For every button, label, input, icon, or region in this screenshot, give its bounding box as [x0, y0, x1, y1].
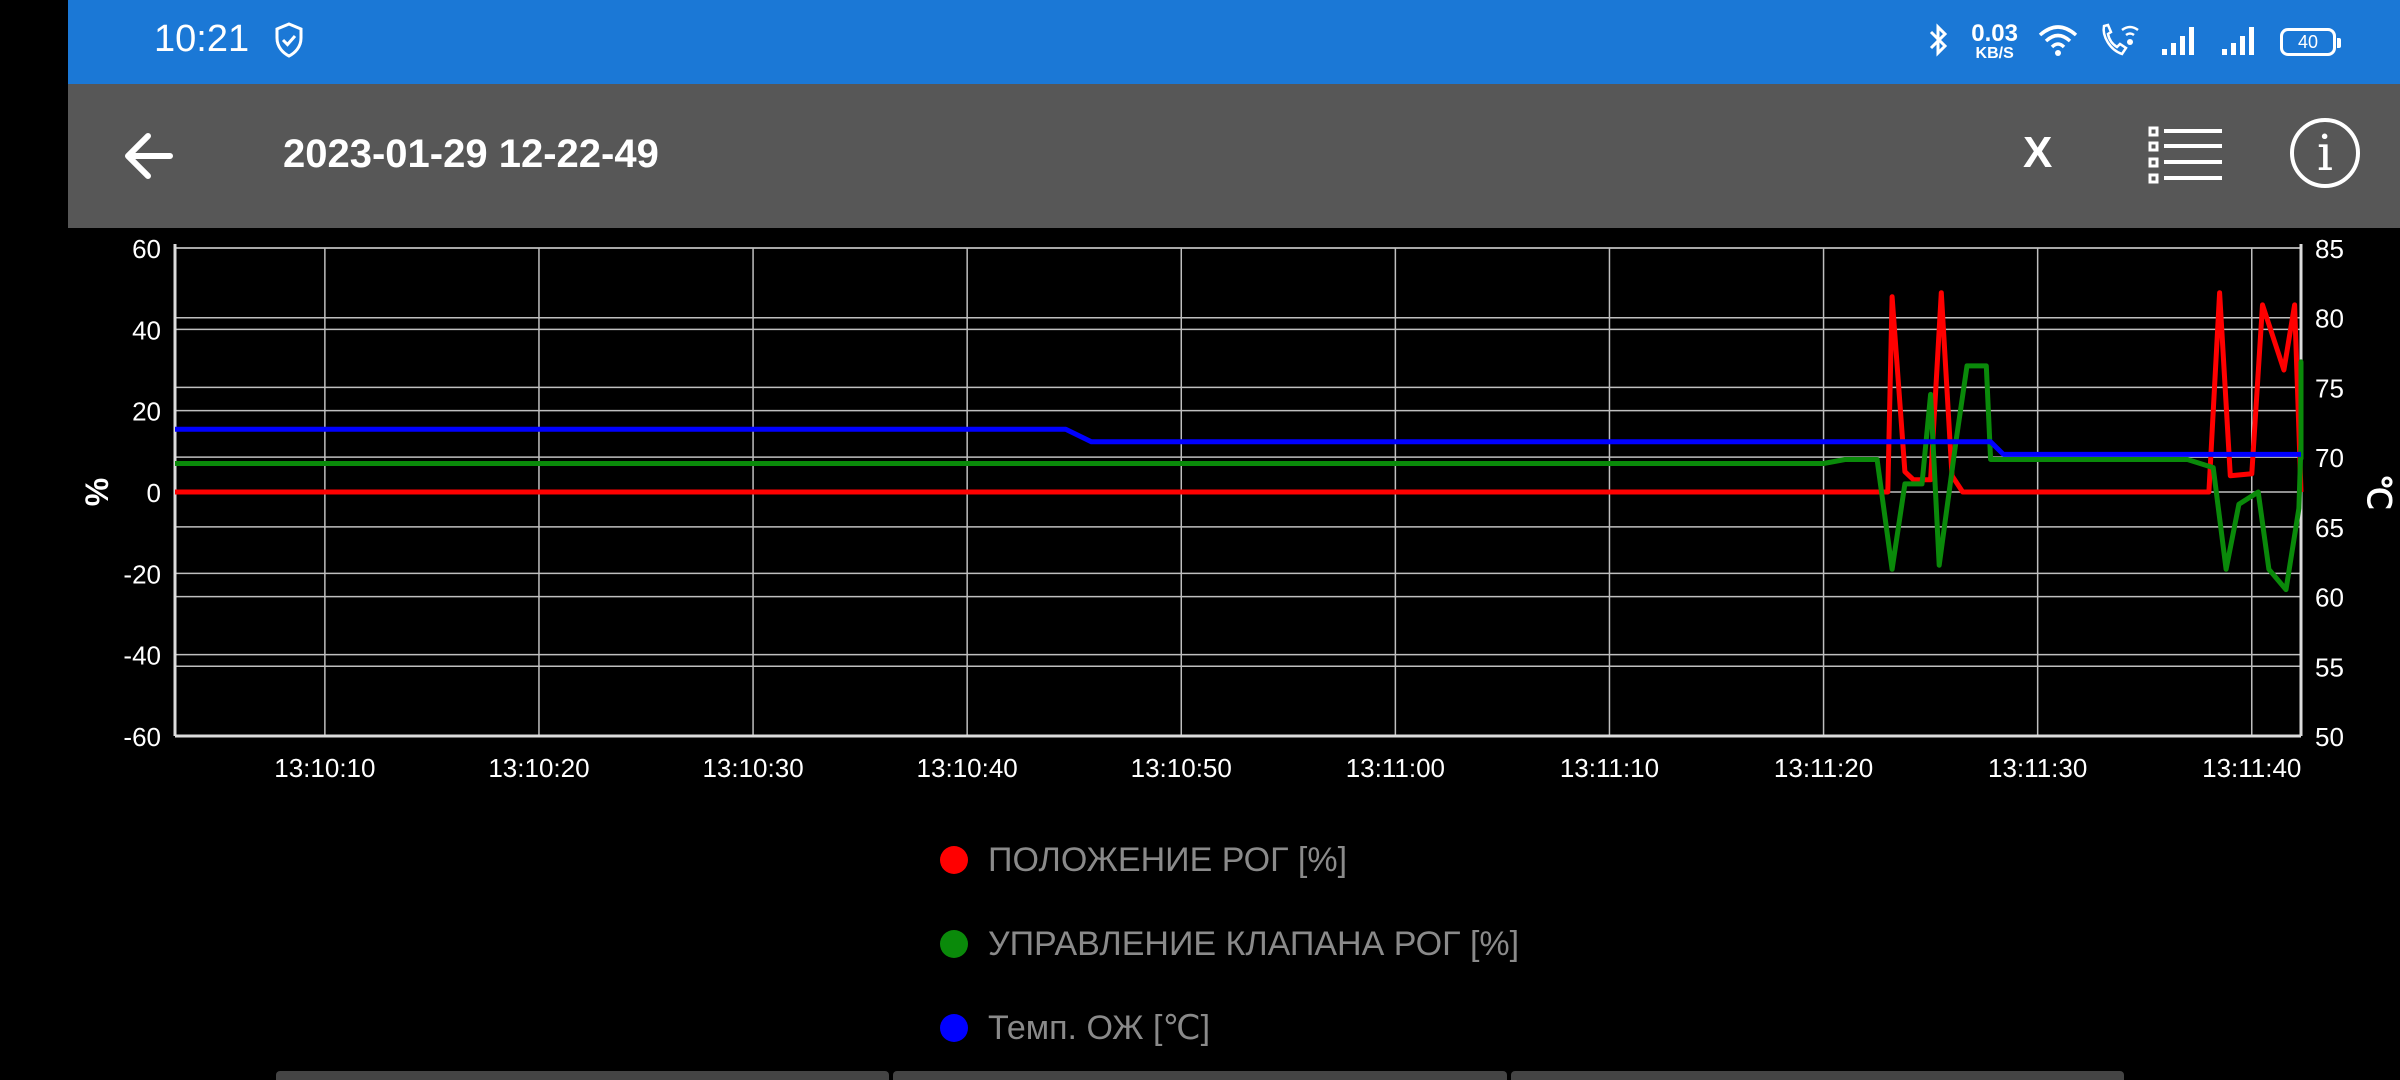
y-tick-label-left: 40: [132, 315, 161, 345]
y-tick-label-left: 60: [132, 234, 161, 264]
x-tick-label: 13:11:10: [1560, 753, 1659, 783]
series-line-3: [175, 426, 2301, 457]
legend-color-dot: [940, 846, 968, 874]
network-speed-value: 0.03: [1971, 20, 2018, 47]
wifi-icon: [2038, 23, 2078, 62]
status-bar: 10:21 0.03 KB/S 40: [68, 0, 2400, 84]
network-speed-unit: KB/S: [1975, 45, 2014, 62]
chart-series: [175, 290, 2304, 593]
y-axis-label-right: ℃: [2361, 474, 2397, 510]
x-tick-label: 13:10:40: [917, 753, 1018, 783]
line-chart[interactable]: 60 40 20 0 -20 -40 -60 85 80 75 70 65 60 55 50 13:10:10…: [68, 228, 2400, 788]
legend-item[interactable]: УПРАВЛЕНИЕ КЛАПАНА РОГ [%]: [940, 902, 1519, 986]
scroll-segment: [1510, 1071, 2124, 1080]
y-tick-label-left: -60: [123, 722, 161, 752]
y-tick-label-right: 75: [2315, 373, 2344, 403]
signal-icon: [2220, 23, 2260, 62]
battery-icon: 40: [2280, 28, 2341, 56]
y-tick-label-left: -20: [123, 559, 161, 589]
y-tick-label-left: -40: [123, 641, 161, 671]
info-button[interactable]: i: [2290, 118, 2360, 188]
x-tick-label: 13:11:40: [2202, 753, 2301, 783]
left-inset: [0, 0, 68, 1080]
y-tick-label-right: 70: [2315, 443, 2344, 473]
scroll-segment: [893, 1071, 1507, 1080]
scroll-segment: [276, 1071, 890, 1080]
signal-icon: [2160, 23, 2200, 62]
list-icon: [2148, 126, 2222, 184]
y-tick-label-right: 55: [2315, 652, 2344, 682]
legend-color-dot: [940, 1014, 968, 1042]
y-tick-label-right: 50: [2315, 722, 2344, 752]
x-tick-label: 13:10:20: [488, 753, 589, 783]
legend-label: ПОЛОЖЕНИЕ РОГ [%]: [988, 840, 1348, 879]
series-line-2: [175, 359, 2304, 593]
legend-color-dot: [940, 930, 968, 958]
x-tick-label: 13:10:30: [702, 753, 803, 783]
y-tick-label-left: 0: [147, 478, 161, 508]
y-axis-label-left: %: [79, 478, 115, 506]
legend-item[interactable]: ПОЛОЖЕНИЕ РОГ [%]: [940, 818, 1519, 902]
y-tick-label-right: 65: [2315, 513, 2344, 543]
close-button[interactable]: X: [2023, 128, 2052, 178]
x-tick-label: 13:11:00: [1346, 753, 1445, 783]
network-speed: 0.03 KB/S: [1971, 22, 2018, 62]
info-icon: i: [2317, 124, 2333, 182]
y-tick-label-left: 20: [132, 397, 161, 427]
status-icons: 0.03 KB/S 40: [1927, 16, 2341, 68]
wifi-calling-icon: [2098, 22, 2140, 63]
battery-level: 40: [2297, 32, 2319, 52]
list-button[interactable]: [2148, 124, 2224, 188]
back-button[interactable]: [118, 124, 182, 188]
x-tick-label: 13:10:50: [1131, 753, 1232, 783]
bluetooth-icon: [1927, 22, 1951, 63]
legend-item[interactable]: Темп. ОЖ [℃]: [940, 986, 1519, 1070]
app-bar: 2023-01-29 12-22-49 X i: [68, 84, 2400, 228]
arrow-left-icon: [125, 133, 173, 179]
x-tick-label: 13:10:10: [274, 753, 375, 783]
y-tick-label-right: 60: [2315, 583, 2344, 613]
x-tick-label: 13:11:30: [1988, 753, 2087, 783]
chart-ticks: 60 40 20 0 -20 -40 -60 85 80 75 70 65 60 55 50 13:10:10…: [123, 234, 2344, 783]
chart-legend: ПОЛОЖЕНИЕ РОГ [%] УПРАВЛЕНИЕ КЛАПАНА РОГ …: [940, 818, 1519, 1070]
page-title: 2023-01-29 12-22-49: [283, 132, 659, 176]
legend-label: УПРАВЛЕНИЕ КЛАПАНА РОГ [%]: [988, 924, 1520, 963]
y-tick-label-right: 80: [2315, 304, 2344, 334]
x-tick-label: 13:11:20: [1774, 753, 1873, 783]
shield-check-icon: [274, 22, 304, 63]
scroll-indicator: [276, 1071, 2124, 1080]
status-time: 10:21: [154, 18, 250, 60]
y-tick-label-right: 85: [2315, 234, 2344, 264]
legend-label: Темп. ОЖ [℃]: [988, 1009, 1211, 1047]
